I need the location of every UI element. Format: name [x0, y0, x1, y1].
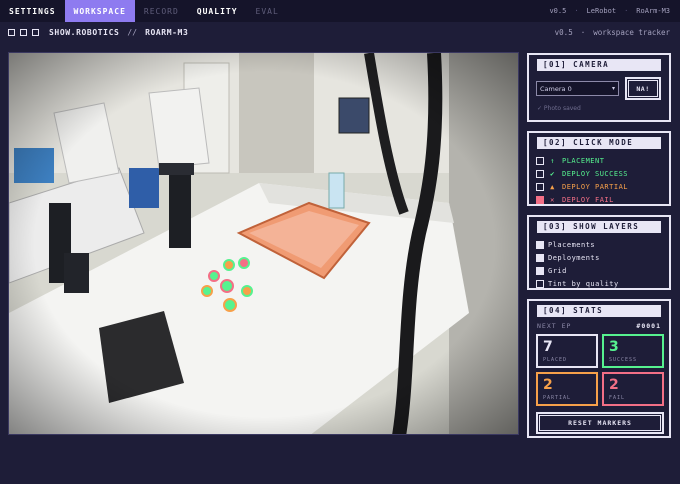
- mode-placement[interactable]: ↑ PLACEMENT: [536, 154, 669, 167]
- tab-quality[interactable]: QUALITY: [188, 0, 247, 22]
- tab-settings[interactable]: SETTINGS: [0, 0, 65, 22]
- click-mode-panel: [02] CLICK MODE ↑ PLACEMENT ✔ DEPLOY SUC…: [527, 131, 671, 206]
- nav-separator: ·: [624, 7, 629, 15]
- tab-workspace[interactable]: WORKSPACE: [64, 0, 135, 22]
- arrow-up-icon: ↑: [550, 156, 555, 165]
- camera-feed[interactable]: [8, 52, 519, 435]
- layer-label: Tint by quality: [548, 279, 619, 288]
- mode-checkbox[interactable]: [536, 182, 544, 191]
- mode-checkbox[interactable]: [536, 156, 544, 165]
- stat-value: 2: [543, 377, 553, 393]
- click-mode-title: [02] CLICK MODE: [537, 137, 661, 149]
- mode-label: PLACEMENT: [562, 156, 605, 165]
- layer-label: Deployments: [548, 253, 600, 262]
- mode-label: DEPLOY PARTIAL: [562, 182, 629, 191]
- layer-checkbox[interactable]: [536, 266, 544, 275]
- stats-panel: [04] STATS NEXT EP #0001 7 PLACED 3 SUCC…: [527, 299, 671, 438]
- layer-checkbox[interactable]: [536, 240, 544, 249]
- camera-select-value: Camera 0: [540, 84, 572, 93]
- photo-status: ✓ Photo saved: [537, 105, 581, 112]
- nav-version-info: v0.5 · LeRobot · RoArm-M3: [549, 7, 680, 15]
- breadcrumb-separator: //: [127, 27, 138, 37]
- next-ep-label: NEXT EP: [537, 322, 572, 330]
- camera-panel: [01] CAMERA Camera 0 ▾ NA! ✓ Photo saved: [527, 53, 671, 122]
- show-layers-panel: [03] SHOW LAYERS Placements Deployments …: [527, 215, 671, 290]
- layer-checkbox[interactable]: [536, 279, 544, 288]
- camera-select[interactable]: Camera 0 ▾: [536, 81, 619, 96]
- stat-label: PLACED: [543, 357, 568, 363]
- warning-triangle-icon: ▲: [550, 182, 555, 191]
- stat-value: 2: [609, 377, 619, 393]
- mode-checkbox[interactable]: [536, 169, 544, 178]
- layer-tint-by-quality[interactable]: Tint by quality: [536, 277, 669, 290]
- next-episode: NEXT EP #0001: [537, 322, 661, 330]
- brand-name: SHOW.ROBOTICS: [49, 27, 120, 37]
- x-icon: ✕: [550, 195, 555, 204]
- tab-record[interactable]: RECORD: [135, 0, 188, 22]
- mode-deploy-fail[interactable]: ✕ DEPLOY FAIL: [536, 193, 669, 206]
- layer-label: Grid: [548, 266, 567, 275]
- stat-success: 3 SUCCESS: [602, 334, 664, 368]
- mode-label: DEPLOY FAIL: [562, 195, 614, 204]
- layer-deployments[interactable]: Deployments: [536, 251, 669, 264]
- nav-separator: ·: [574, 7, 579, 15]
- stat-value: 7: [543, 339, 553, 355]
- window-square-icon: [20, 28, 27, 36]
- layer-placements[interactable]: Placements: [536, 238, 669, 251]
- show-layers-title: [03] SHOW LAYERS: [537, 221, 661, 233]
- chevron-down-icon: ▾: [611, 85, 615, 92]
- robot-name: ROARM-M3: [145, 27, 189, 37]
- subbar-version: v0.5: [554, 27, 573, 37]
- stat-label: FAIL: [609, 395, 626, 401]
- next-ep-value: #0001: [636, 322, 661, 330]
- camera-feed-image: [9, 53, 518, 434]
- nav-framework: LeRobot: [586, 7, 617, 15]
- nav-version: v0.5: [549, 7, 567, 15]
- stat-fail: 2 FAIL: [602, 372, 664, 406]
- check-icon: ✔: [550, 169, 555, 178]
- stats-title: [04] STATS: [537, 305, 661, 317]
- mode-checkbox[interactable]: [536, 195, 544, 204]
- layer-label: Placements: [548, 240, 596, 249]
- stat-value: 3: [609, 339, 619, 355]
- tab-eval[interactable]: EVAL: [247, 0, 288, 22]
- stat-label: SUCCESS: [609, 357, 638, 363]
- mode-deploy-success[interactable]: ✔ DEPLOY SUCCESS: [536, 167, 669, 180]
- subbar-separator: ·: [580, 27, 586, 37]
- camera-panel-title: [01] CAMERA: [537, 59, 661, 71]
- capture-button[interactable]: NA!: [625, 77, 661, 100]
- breadcrumb-bar: SHOW.ROBOTICS // ROARM-M3 v0.5 · workspa…: [0, 22, 680, 42]
- reset-markers-button[interactable]: RESET MARKERS: [536, 412, 664, 434]
- stat-partial: 2 PARTIAL: [536, 372, 598, 406]
- stat-placed: 7 PLACED: [536, 334, 598, 368]
- window-square-icon: [8, 28, 15, 36]
- stat-label: PARTIAL: [543, 395, 572, 401]
- layer-checkbox[interactable]: [536, 253, 544, 262]
- window-square-icon: [32, 28, 39, 36]
- subbar-mode: workspace tracker: [593, 27, 670, 37]
- nav-robot-model: RoArm-M3: [636, 7, 670, 15]
- mode-deploy-partial[interactable]: ▲ DEPLOY PARTIAL: [536, 180, 669, 193]
- layer-grid[interactable]: Grid: [536, 264, 669, 277]
- top-nav: SETTINGS WORKSPACE RECORD QUALITY EVAL v…: [0, 0, 680, 22]
- mode-label: DEPLOY SUCCESS: [562, 169, 629, 178]
